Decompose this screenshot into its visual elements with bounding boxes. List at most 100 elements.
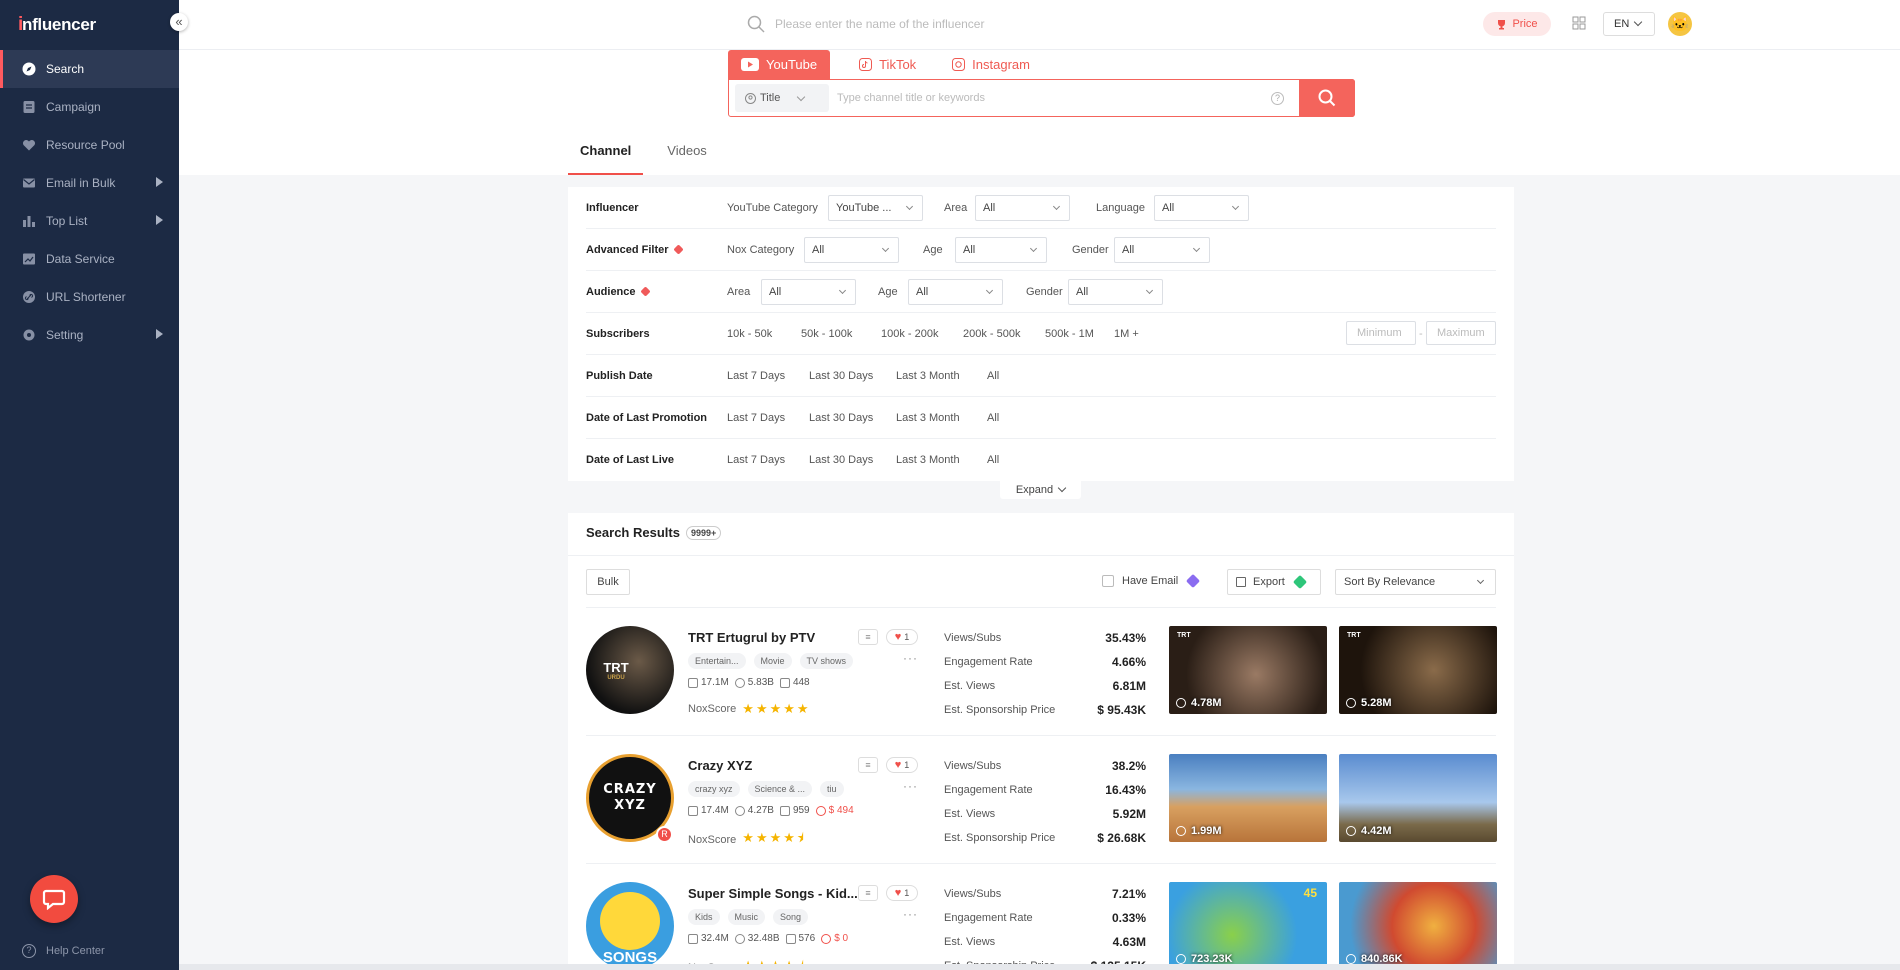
note-icon[interactable]: ≡ [858, 757, 878, 773]
note-icon[interactable]: ≡ [858, 885, 878, 901]
tab-tiktok[interactable]: TikTok [846, 50, 929, 79]
more-icon[interactable]: ··· [903, 907, 918, 921]
sidebar-item-top-list[interactable]: Top List [0, 202, 179, 240]
channel-name[interactable]: TRT Ertugrul by PTV [688, 630, 815, 645]
export-button[interactable]: Export [1227, 569, 1321, 595]
channel-avatar[interactable]: TRT URDU [586, 626, 674, 714]
have-email-filter[interactable]: Have Email [1102, 573, 1201, 589]
audience-gender-select[interactable]: All [1068, 278, 1163, 305]
videos-value: 576 [798, 933, 816, 944]
subscriber-option[interactable]: 500k - 1M [1045, 328, 1094, 340]
tab-videos[interactable]: Videos [655, 140, 719, 175]
help-center-link[interactable]: ? Help Center [22, 944, 105, 958]
sidebar-item-resource-pool[interactable]: Resource Pool [0, 126, 179, 164]
subscriber-option[interactable]: 100k - 200k [881, 328, 938, 340]
filter-row-publish-date: Publish Date Last 7 Days Last 30 Days La… [586, 355, 1496, 397]
channel-search-input[interactable] [829, 84, 1271, 112]
date-option[interactable]: Last 30 Days [809, 454, 873, 466]
date-option[interactable]: All [987, 370, 999, 382]
channel-avatar[interactable]: SONGS [586, 882, 674, 970]
date-option[interactable]: All [987, 454, 999, 466]
area-select[interactable]: All [975, 194, 1070, 221]
audience-area-select[interactable]: All [761, 278, 856, 305]
subscriber-option[interactable]: 200k - 500k [963, 328, 1020, 340]
video-thumbnail[interactable]: 840.86K [1339, 882, 1497, 970]
metric-row: Est. Views 5.92M [944, 802, 1146, 826]
help-icon[interactable]: ? [1271, 91, 1284, 105]
video-thumbnail[interactable]: 45 723.23K [1169, 882, 1327, 970]
date-option[interactable]: Last 7 Days [727, 454, 785, 466]
sidebar: i nfluencer Search Campaign Resource Pool… [0, 0, 179, 970]
export-label: Export [1253, 576, 1285, 588]
subscriber-option[interactable]: 1M + [1114, 328, 1139, 340]
expand-filters-button[interactable]: Expand [1000, 481, 1081, 499]
channel-card[interactable]: SONGS Super Simple Songs - Kid... ≡ ♥ 1 K… [586, 864, 1497, 970]
tab-instagram[interactable]: Instagram [939, 50, 1043, 79]
apps-grid-icon[interactable] [1572, 16, 1586, 30]
metric-value: 0.33% [1111, 911, 1146, 925]
tab-channel[interactable]: Channel [568, 140, 644, 175]
sidebar-item-setting[interactable]: Setting [0, 316, 179, 354]
date-option[interactable]: Last 3 Month [896, 454, 960, 466]
favorite-button[interactable]: ♥ 1 [886, 629, 918, 645]
channel-name[interactable]: Super Simple Songs - Kid... [688, 886, 858, 901]
more-icon[interactable]: ··· [903, 651, 918, 665]
sidebar-item-search[interactable]: Search [0, 50, 179, 88]
audience-age-select[interactable]: All [908, 278, 1003, 305]
subscriber-option[interactable]: 50k - 100k [801, 328, 852, 340]
price-button[interactable]: Price [1483, 12, 1551, 36]
gender-select[interactable]: All [1114, 236, 1210, 263]
sort-select[interactable]: Sort By Relevance [1335, 569, 1496, 595]
date-option[interactable]: Last 30 Days [809, 370, 873, 382]
sidebar-item-campaign[interactable]: Campaign [0, 88, 179, 126]
user-avatar[interactable]: 🐱 [1668, 12, 1692, 36]
favorite-button[interactable]: ♥ 1 [886, 885, 918, 901]
favorite-button[interactable]: ♥ 1 [886, 757, 918, 773]
have-email-checkbox[interactable] [1102, 575, 1114, 587]
age-select[interactable]: All [955, 236, 1047, 263]
chat-support-button[interactable] [30, 875, 78, 923]
app-logo[interactable]: i nfluencer [18, 14, 96, 36]
search-type-select[interactable]: Title [735, 84, 829, 112]
note-icon[interactable]: ≡ [858, 629, 878, 645]
language-filter-select[interactable]: All [1154, 194, 1249, 221]
search-button[interactable] [1299, 79, 1355, 117]
nox-label: NoxScore [688, 834, 737, 846]
have-email-label: Have Email [1122, 575, 1179, 587]
videos-stat: 959 [779, 805, 810, 816]
global-search[interactable]: Please enter the name of the influencer [747, 15, 984, 33]
date-option[interactable]: Last 7 Days [727, 412, 785, 424]
nox-category-select[interactable]: All [804, 236, 899, 263]
thumbnail-logo: TRT [1347, 632, 1361, 639]
video-thumbnail[interactable]: TRT 4.78M [1169, 626, 1327, 714]
sidebar-item-email-in-bulk[interactable]: Email in Bulk [0, 164, 179, 202]
bulk-button[interactable]: Bulk [586, 569, 630, 595]
tab-youtube[interactable]: YouTube [728, 50, 831, 79]
channel-name[interactable]: Crazy XYZ [688, 758, 752, 773]
subscriber-option[interactable]: 10k - 50k [727, 328, 772, 340]
favorite-count: 1 [904, 632, 910, 642]
min-subscribers-input[interactable]: Minimum [1346, 321, 1416, 345]
date-option[interactable]: Last 7 Days [727, 370, 785, 382]
date-option[interactable]: All [987, 412, 999, 424]
filter-label-text: Advanced Filter [586, 243, 669, 256]
collapse-sidebar-button[interactable]: « [170, 13, 188, 31]
help-center-label: Help Center [46, 945, 105, 957]
language-select[interactable]: EN [1603, 12, 1655, 36]
max-subscribers-input[interactable]: Maximum [1426, 321, 1496, 345]
date-option[interactable]: Last 3 Month [896, 370, 960, 382]
channel-card[interactable]: CRAZY XYZ R Crazy XYZ ≡ ♥ 1 crazy xyz Sci… [586, 736, 1497, 864]
date-option[interactable]: Last 30 Days [809, 412, 873, 424]
sidebar-item-data-service[interactable]: Data Service [0, 240, 179, 278]
date-option[interactable]: Last 3 Month [896, 412, 960, 424]
select-value: All [812, 243, 825, 256]
sidebar-item-url-shortener[interactable]: URL Shortener [0, 278, 179, 316]
youtube-category-select[interactable]: YouTube ... [828, 194, 923, 221]
video-thumbnail[interactable]: 4.42M [1339, 754, 1497, 842]
avatar-text: CRAZY XYZ [603, 782, 657, 813]
more-icon[interactable]: ··· [903, 779, 918, 793]
horizontal-scrollbar[interactable] [179, 964, 1900, 970]
video-thumbnail[interactable]: 1.99M [1169, 754, 1327, 842]
channel-card[interactable]: TRT URDU TRT Ertugrul by PTV ≡ ♥ 1 Enterta… [586, 608, 1497, 736]
video-thumbnail[interactable]: TRT 5.28M [1339, 626, 1497, 714]
